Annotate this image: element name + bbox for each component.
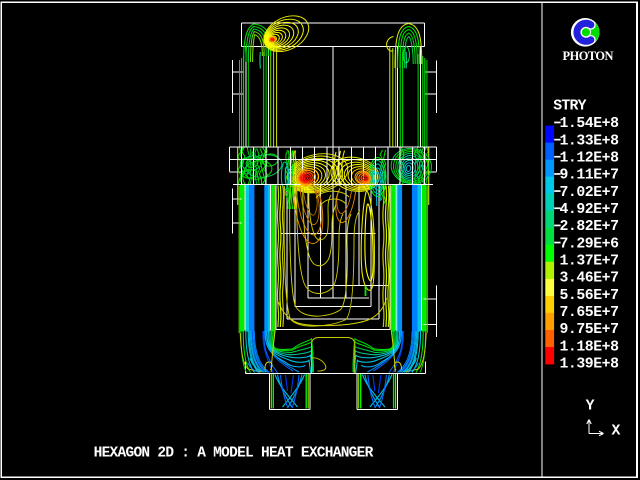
svg-text:HEXAGON 2D : A MODEL HEAT EXCH: HEXAGON 2D : A MODEL HEAT EXCHANGER (94, 445, 374, 461)
svg-text:STRY: STRY (553, 99, 586, 115)
svg-text:Y: Y (586, 399, 595, 415)
svg-text:PHOTON: PHOTON (563, 49, 614, 63)
svg-text:1.37E+7: 1.37E+7 (560, 254, 619, 270)
svg-text:1.12E+8: 1.12E+8 (560, 151, 620, 167)
svg-text:1.54E+8: 1.54E+8 (560, 116, 620, 132)
svg-text:5.56E+7: 5.56E+7 (560, 288, 619, 304)
svg-text:9.11E+7: 9.11E+7 (560, 168, 619, 184)
svg-text:9.75E+7: 9.75E+7 (560, 322, 619, 338)
svg-text:7.02E+7: 7.02E+7 (560, 185, 619, 201)
svg-text:1.33E+8: 1.33E+8 (560, 133, 620, 149)
svg-text:X: X (612, 424, 621, 440)
svg-text:3.46E+7: 3.46E+7 (560, 271, 619, 287)
svg-text:1.18E+8: 1.18E+8 (560, 339, 620, 355)
svg-text:1.39E+8: 1.39E+8 (560, 356, 620, 372)
svg-text:4.92E+7: 4.92E+7 (560, 202, 619, 218)
svg-text:2.82E+7: 2.82E+7 (560, 219, 619, 235)
svg-text:7.65E+7: 7.65E+7 (560, 305, 619, 321)
svg-text:7.29E+6: 7.29E+6 (560, 236, 620, 252)
